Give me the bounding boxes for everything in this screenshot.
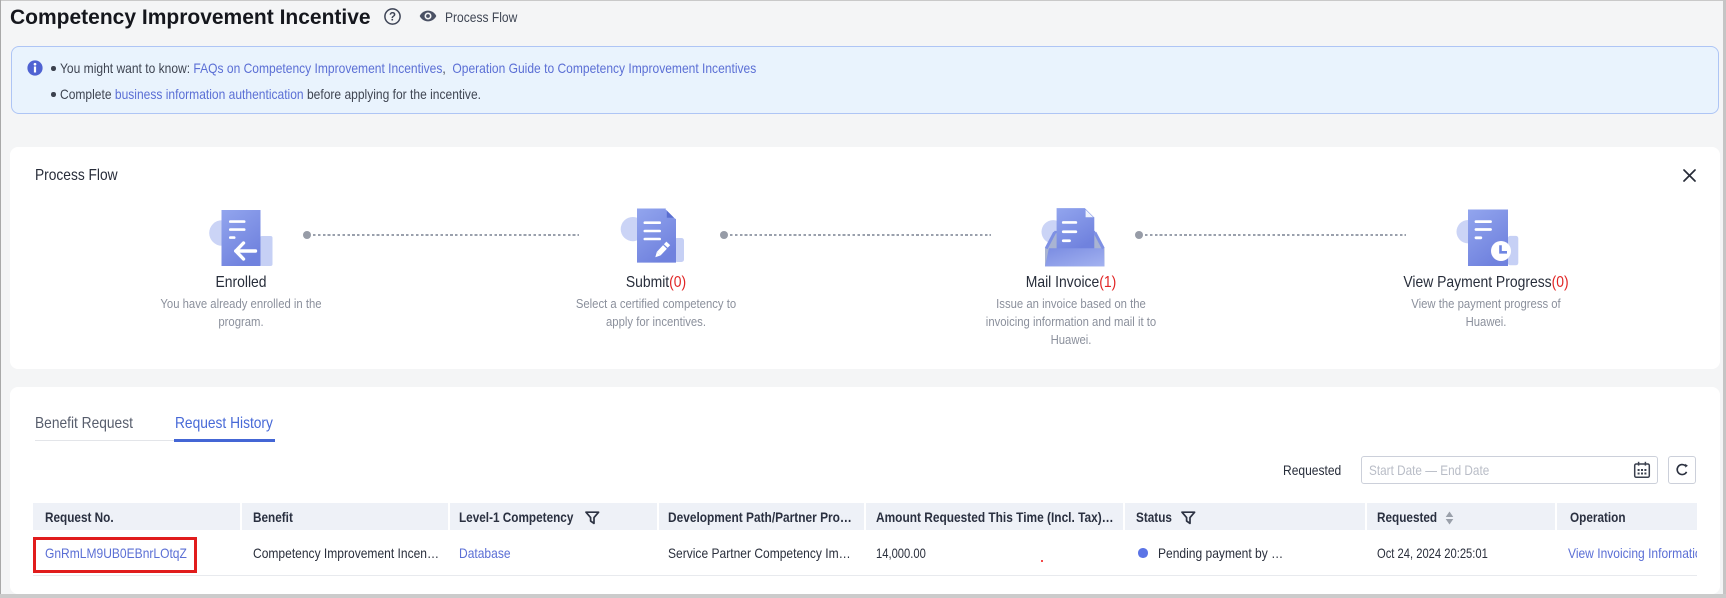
svg-text:?: ?	[389, 12, 396, 24]
